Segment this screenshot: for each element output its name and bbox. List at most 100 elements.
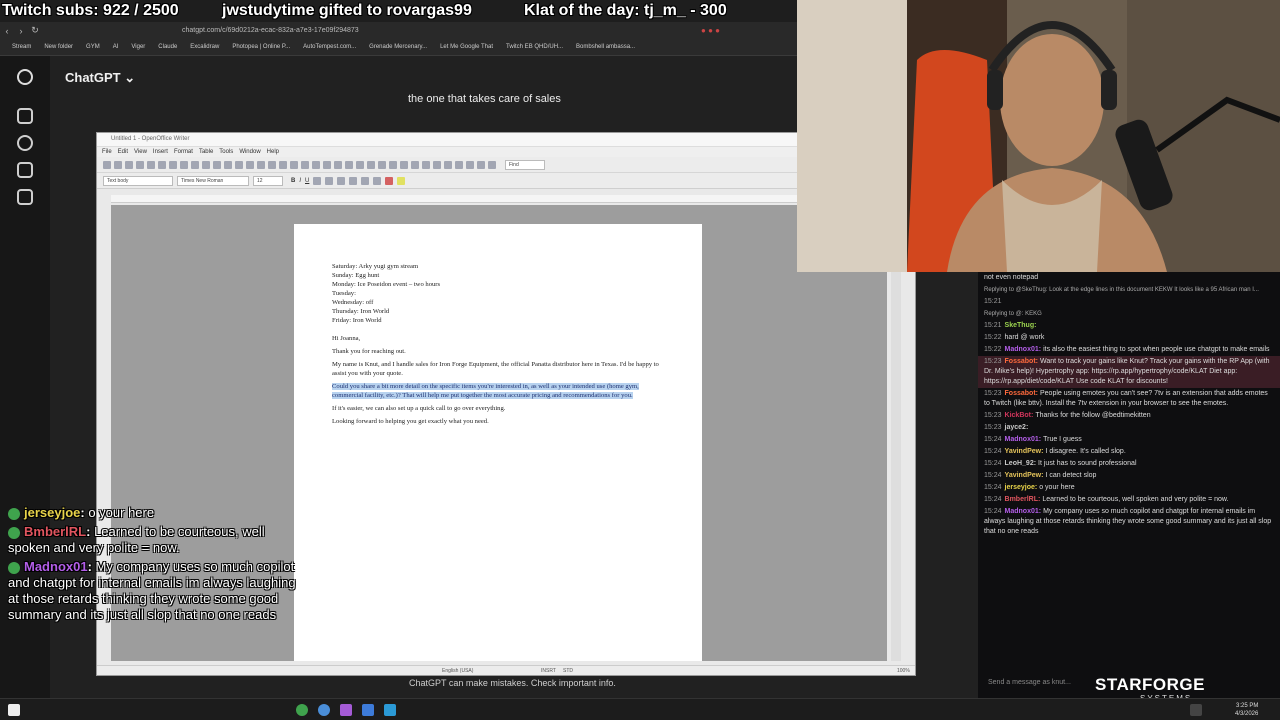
bookmark-item[interactable]: Claude [158,44,177,50]
menu-table[interactable]: Table [199,149,213,155]
toolbar-icon[interactable] [477,160,485,169]
toolbar-icon[interactable] [356,160,364,169]
chat-username[interactable]: Madnox01: [1005,508,1042,515]
toolbar-icon[interactable] [323,160,331,169]
menu-window[interactable]: Window [239,149,260,155]
chat-username[interactable]: jayce2: [1005,424,1029,431]
bookmark-item[interactable]: Excalidraw [190,44,219,50]
highlight-icon[interactable] [397,176,406,185]
bookmark-item[interactable]: Twitch EB QHD/UH... [506,44,563,50]
toolbar-icon[interactable] [136,160,144,169]
ruler[interactable] [111,195,903,203]
toolbar-icon[interactable] [224,160,232,169]
toolbar-icon[interactable] [334,160,342,169]
toolbar-icon[interactable] [235,160,243,169]
images-icon[interactable] [17,162,33,178]
whatsapp-icon[interactable] [296,704,308,716]
status-language[interactable]: English (USA) [442,668,473,674]
toolbar-icon[interactable] [213,160,221,169]
toolbar-icon[interactable] [114,160,122,169]
chatgpt-logo-icon[interactable] [17,69,33,85]
toolbar-icon[interactable] [400,160,408,169]
toolbar-icon[interactable] [378,160,386,169]
chat-username[interactable]: Fossabot: [1005,390,1038,397]
font-size-select[interactable]: 12 [253,175,283,186]
bookmark-item[interactable]: GYM [86,44,100,50]
forward-icon[interactable]: › [14,26,28,36]
align-right-icon[interactable] [337,176,346,185]
toolbar-icon[interactable] [455,160,463,169]
document-text[interactable]: Saturday: Arky yugi gym stream Sunday: Eg… [332,262,664,426]
toolbar-icon[interactable] [488,160,496,169]
toolbar-icon[interactable] [301,160,309,169]
paragraph-style-select[interactable]: Text body [103,175,173,186]
url-field[interactable]: chatgpt.com/c/69d0212a-ecac-832a-a7e3-17… [182,27,359,34]
bookmark-item[interactable]: Grenade Mercenary... [369,44,427,50]
toolbar-icon[interactable] [103,160,111,169]
back-icon[interactable]: ‹ [0,26,14,36]
toolbar-icon[interactable] [268,160,276,169]
search-icon[interactable] [17,135,33,151]
new-chat-icon[interactable] [17,108,33,124]
toolbar-icon[interactable] [312,160,320,169]
reload-icon[interactable]: ↻ [28,25,42,36]
font-color-icon[interactable] [385,176,394,185]
vscode-icon[interactable] [384,704,396,716]
numbering-icon[interactable] [361,176,370,185]
menu-edit[interactable]: Edit [118,149,128,155]
chat-input[interactable]: Send a message as knut... [984,676,1084,690]
menu-view[interactable]: View [134,149,147,155]
chat-username[interactable]: LeoH_92: [1005,460,1037,467]
bullets-icon[interactable] [373,176,382,185]
align-left-icon[interactable] [313,176,322,185]
extension-icons[interactable]: ● ● ● [701,26,720,35]
toolbar-icon[interactable] [246,160,254,169]
chat-username[interactable]: YavindPew: [1005,472,1044,479]
underline-icon[interactable]: U [305,178,309,184]
vertical-scrollbar[interactable] [891,205,901,661]
status-insert-mode[interactable]: INSRT [541,668,556,674]
toolbar-icon[interactable] [180,160,188,169]
menu-insert[interactable]: Insert [153,149,168,155]
document-page[interactable]: Saturday: Arky yugi gym stream Sunday: Eg… [294,224,702,661]
menu-help[interactable]: Help [267,149,279,155]
chrome-icon[interactable] [318,704,330,716]
chat-username[interactable]: SkeThug: [1005,322,1037,329]
toolbar-icon[interactable] [444,160,452,169]
toolbar-icon[interactable] [191,160,199,169]
menu-file[interactable]: File [102,149,112,155]
bookmark-item[interactable]: New folder [44,44,73,50]
bookmark-item[interactable]: Stream [12,44,31,50]
chat-username[interactable]: YavindPew: [1005,448,1044,455]
toolbar-icon[interactable] [345,160,353,169]
chat-username[interactable]: Madnox01: [1005,346,1042,353]
status-selection-mode[interactable]: STD [563,668,573,674]
bookmark-item[interactable]: Let Me Google That [440,44,493,50]
toolbar-icon[interactable] [279,160,287,169]
toolbar-icon[interactable] [433,160,441,169]
toolbar-icon[interactable] [257,160,265,169]
app-icon[interactable] [340,704,352,716]
toolbar-icon[interactable] [411,160,419,169]
toolbar-icon[interactable] [125,160,133,169]
toolbar-icon[interactable] [290,160,298,169]
chat-username[interactable]: Madnox01: [1005,436,1042,443]
bold-icon[interactable]: B [291,178,295,184]
menu-tools[interactable]: Tools [219,149,233,155]
bookmark-item[interactable]: AutoTempest.com... [303,44,356,50]
toolbar-icon[interactable] [147,160,155,169]
justify-icon[interactable] [349,176,358,185]
toolbar-icon[interactable] [389,160,397,169]
chat-username[interactable]: KickBot: [1005,412,1034,419]
find-field[interactable]: Find [505,159,545,170]
bookmark-item[interactable]: Photopea | Online P... [232,44,290,50]
taskbar-clock[interactable]: 3:25 PM 4/3/2026 [1235,702,1258,718]
library-icon[interactable] [17,189,33,205]
toolbar-icon[interactable] [367,160,375,169]
menu-format[interactable]: Format [174,149,193,155]
chat-username[interactable]: Fossabot: [1005,358,1038,365]
align-center-icon[interactable] [325,176,334,185]
explorer-icon[interactable] [362,704,374,716]
toolbar-icon[interactable] [202,160,210,169]
bookmark-item[interactable]: Bombshell ambassa... [576,44,635,50]
